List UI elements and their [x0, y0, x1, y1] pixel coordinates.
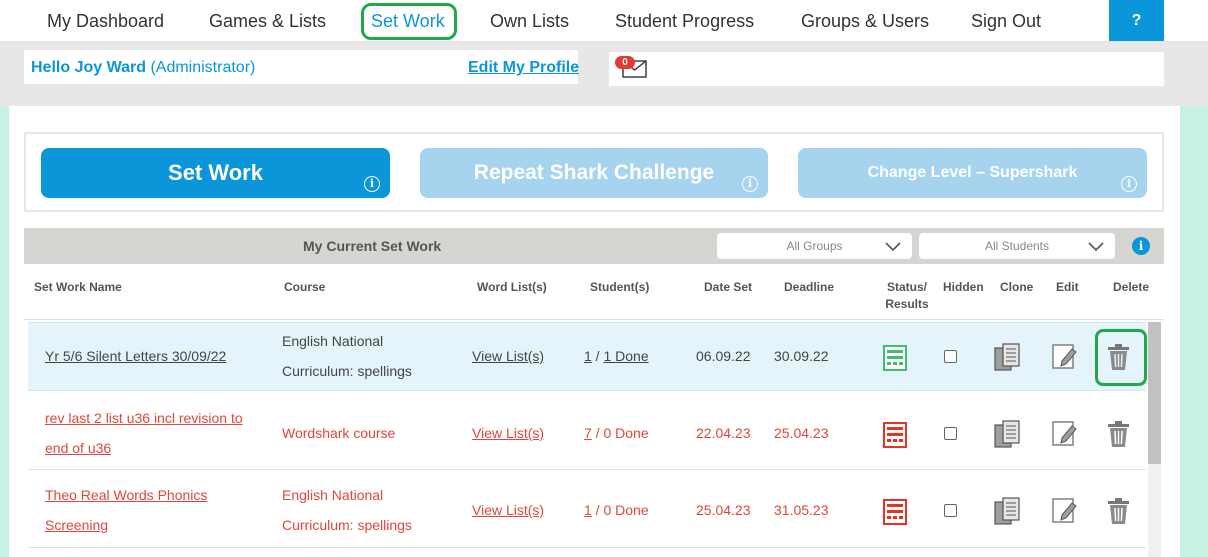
students-count-link[interactable]: 7: [584, 425, 592, 441]
table-title: My Current Set Work: [303, 238, 442, 254]
course-line1: Wordshark course: [282, 425, 396, 441]
col-students: Student(s): [590, 280, 650, 294]
set-work-name-link-line2[interactable]: end of u36: [45, 440, 111, 456]
nav-set-work[interactable]: Set Work: [371, 0, 445, 42]
set-work-button-label: Set Work: [168, 160, 263, 185]
col-hidden: Hidden: [943, 280, 984, 294]
students-cell: 1 / 1 Done: [584, 348, 649, 364]
set-work-name-link[interactable]: Theo Real Words Phonics: [45, 487, 207, 503]
col-word-lists: Word List(s): [477, 280, 547, 294]
status-results-icon[interactable]: [883, 499, 907, 525]
students-cell: 7 / 0 Done: [584, 425, 649, 441]
col-delete: Delete: [1113, 280, 1150, 294]
view-lists-link[interactable]: View List(s): [472, 502, 544, 518]
change-level-button[interactable]: Change Level – Supershark: [798, 148, 1147, 198]
hidden-checkbox[interactable]: [944, 504, 957, 517]
edit-icon[interactable]: [1052, 344, 1078, 370]
col-status-line2: Results: [885, 297, 929, 311]
col-deadline: Deadline: [784, 280, 835, 294]
course-line1: English National: [282, 487, 384, 503]
greeting: Hello Joy Ward (Administrator): [31, 59, 255, 77]
date-set: 22.04.23: [696, 425, 751, 441]
groups-filter-select[interactable]: All Groups: [717, 233, 912, 259]
date-set: 06.09.22: [696, 348, 751, 364]
course-line2: Curriculum: spellings: [282, 363, 412, 379]
edit-profile-link[interactable]: Edit My Profile: [468, 59, 579, 77]
nav-groups-users[interactable]: Groups & Users: [801, 0, 929, 42]
students-count-link[interactable]: 1: [584, 348, 592, 364]
change-level-button-label: Change Level – Supershark: [867, 164, 1078, 181]
col-edit: Edit: [1056, 280, 1079, 294]
repeat-shark-challenge-button[interactable]: Repeat Shark Challenge: [420, 148, 768, 198]
nav-games-lists[interactable]: Games & Lists: [209, 0, 326, 42]
status-results-icon[interactable]: [883, 345, 907, 371]
scrollbar-thumb[interactable]: [1148, 322, 1161, 464]
view-lists-link[interactable]: View List(s): [472, 348, 544, 364]
col-status-line1: Status/: [886, 280, 927, 294]
repeat-info-icon[interactable]: i: [742, 176, 758, 192]
table-info-icon[interactable]: i: [1132, 237, 1150, 255]
view-lists-link[interactable]: View List(s): [472, 425, 544, 441]
hidden-checkbox[interactable]: [944, 427, 957, 440]
set-work-info-icon[interactable]: i: [364, 176, 380, 192]
repeat-button-label: Repeat Shark Challenge: [473, 161, 715, 184]
clone-icon[interactable]: [994, 343, 1021, 372]
message-count-badge: 0: [615, 56, 635, 69]
col-clone: Clone: [1000, 280, 1034, 294]
students-filter-select[interactable]: All Students: [919, 233, 1115, 259]
done-count: 0 Done: [603, 502, 649, 518]
done-count-link[interactable]: 1 Done: [603, 348, 648, 364]
students-separator: /: [591, 425, 604, 441]
edit-icon[interactable]: [1052, 421, 1078, 447]
col-status-results: Status/ Results: [885, 279, 929, 313]
course-line1: English National: [282, 333, 384, 349]
date-set: 25.04.23: [696, 502, 751, 518]
nav-sign-out[interactable]: Sign Out: [971, 0, 1041, 42]
chevron-down-icon: [885, 242, 901, 252]
nav-student-progress[interactable]: Student Progress: [615, 0, 754, 42]
side-band-left: [0, 106, 9, 557]
students-cell: 1 / 0 Done: [584, 502, 649, 518]
done-count: 0 Done: [603, 425, 649, 441]
edit-icon[interactable]: [1052, 498, 1078, 524]
help-button[interactable]: ?: [1109, 0, 1164, 41]
set-work-name-link-line2[interactable]: Screening: [45, 517, 108, 533]
deadline: 31.05.23: [774, 502, 829, 518]
nav-my-dashboard[interactable]: My Dashboard: [47, 0, 164, 42]
deadline: 25.04.23: [774, 425, 829, 441]
set-work-name-link[interactable]: Yr 5/6 Silent Letters 30/09/22: [45, 348, 226, 364]
trash-icon[interactable]: [1107, 343, 1130, 371]
col-course: Course: [284, 280, 326, 294]
chevron-down-icon: [1088, 242, 1104, 252]
messages-panel: [609, 52, 1164, 86]
set-work-name-link[interactable]: rev last 2 list u36 incl revision to: [45, 410, 243, 426]
user-name: Hello Joy Ward: [31, 59, 146, 76]
change-level-info-icon[interactable]: i: [1121, 176, 1137, 192]
nav-own-lists[interactable]: Own Lists: [490, 0, 569, 42]
deadline: 30.09.22: [774, 348, 829, 364]
status-results-icon[interactable]: [883, 422, 907, 448]
students-separator: /: [591, 502, 604, 518]
groups-filter-value: All Groups: [786, 239, 843, 253]
trash-icon[interactable]: [1107, 497, 1130, 525]
clone-icon[interactable]: [994, 420, 1021, 449]
students-count-link[interactable]: 1: [584, 502, 592, 518]
set-work-button[interactable]: Set Work: [41, 148, 390, 198]
col-date-set: Date Set: [704, 280, 753, 294]
trash-icon[interactable]: [1107, 420, 1130, 448]
course-line2: Curriculum: spellings: [282, 517, 412, 533]
user-role: (Administrator): [150, 59, 256, 76]
side-band-right: [1180, 106, 1208, 557]
students-filter-value: All Students: [984, 239, 1050, 253]
col-set-work-name: Set Work Name: [34, 280, 122, 294]
hidden-checkbox[interactable]: [944, 350, 957, 363]
students-separator: /: [591, 348, 604, 364]
clone-icon[interactable]: [994, 497, 1021, 526]
